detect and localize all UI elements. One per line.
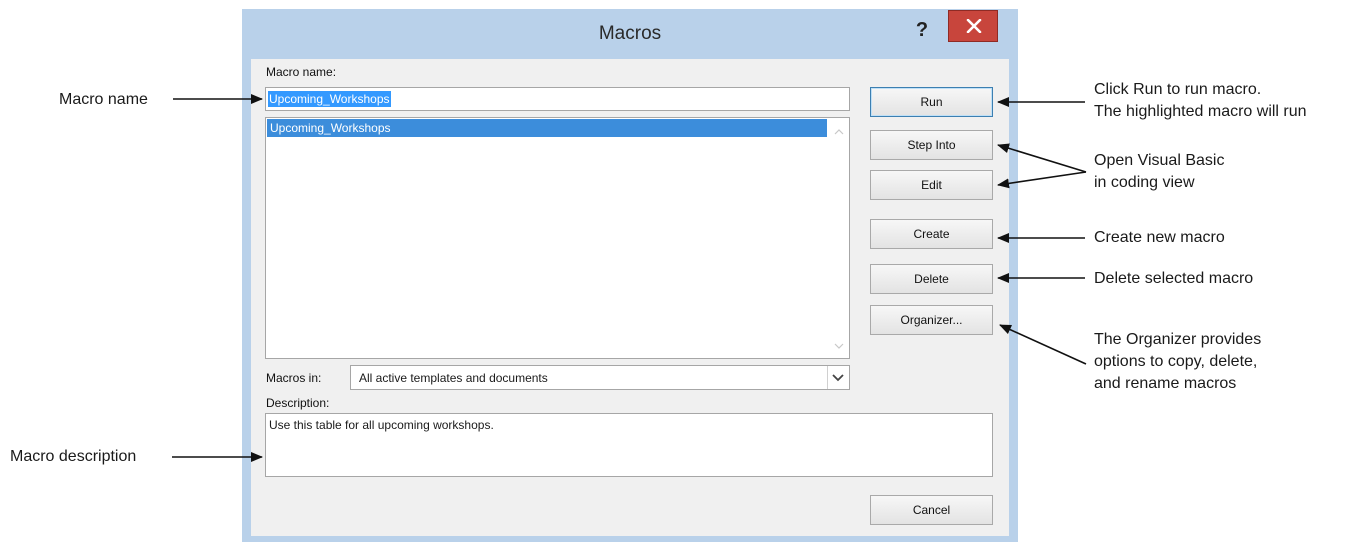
run-button[interactable]: Run	[870, 87, 993, 117]
macro-name-label: Macro name:	[266, 65, 336, 79]
close-icon	[966, 19, 982, 33]
delete-button[interactable]: Delete	[870, 264, 993, 294]
help-button[interactable]: ?	[905, 15, 939, 45]
annotation-create: Create new macro	[1094, 229, 1225, 246]
edit-button[interactable]: Edit	[870, 170, 993, 200]
macro-name-value: Upcoming_Workshops	[268, 91, 391, 107]
description-label: Description:	[266, 396, 330, 410]
close-button[interactable]	[948, 10, 998, 42]
step-into-button[interactable]: Step Into	[870, 130, 993, 160]
chevron-down-icon	[832, 374, 844, 382]
dialog-title: Macros	[598, 23, 662, 44]
description-box: Use this table for all upcoming workshop…	[265, 413, 993, 477]
macros-in-label: Macros in:	[266, 371, 322, 385]
cancel-button[interactable]: Cancel	[870, 495, 993, 525]
macro-list[interactable]: Upcoming_Workshops	[265, 117, 850, 359]
annotation-run-line1: Click Run to run macro.	[1094, 81, 1262, 98]
macros-in-dropdown-button[interactable]	[827, 366, 849, 389]
macro-name-input[interactable]: Upcoming_Workshops	[265, 87, 850, 111]
annotation-organizer-line1: The Organizer provides	[1094, 331, 1262, 348]
annotation-macro-name: Macro name	[59, 91, 148, 108]
annotation-vb-line1: Open Visual Basic	[1094, 152, 1225, 169]
scroll-down-icon[interactable]	[829, 336, 849, 356]
description-value: Use this table for all upcoming workshop…	[269, 418, 494, 432]
organizer-button[interactable]: Organizer...	[870, 305, 993, 335]
annotation-macro-description: Macro description	[10, 448, 137, 465]
macros-dialog: Macros ? Macro name: Upcoming_Workshops …	[242, 9, 1018, 542]
annotation-delete: Delete selected macro	[1094, 270, 1254, 287]
title-bar[interactable]: Macros ?	[242, 9, 1018, 59]
macros-in-value: All active templates and documents	[359, 371, 548, 385]
list-item[interactable]: Upcoming_Workshops	[267, 119, 827, 137]
scroll-up-icon[interactable]	[829, 122, 849, 142]
list-scrollbar[interactable]	[829, 118, 849, 358]
annotation-vb-line2: in coding view	[1094, 174, 1195, 191]
macros-in-select[interactable]: All active templates and documents	[350, 365, 850, 390]
annotation-organizer-line2: options to copy, delete,	[1094, 353, 1258, 370]
create-button[interactable]: Create	[870, 219, 993, 249]
annotation-organizer-line3: and rename macros	[1094, 375, 1237, 392]
annotation-run-line2: The highlighted macro will run	[1094, 103, 1307, 120]
macro-name-label-text: Macro name:	[266, 65, 337, 79]
dialog-body: Macro name: Upcoming_Workshops Upcoming_…	[251, 59, 1009, 536]
